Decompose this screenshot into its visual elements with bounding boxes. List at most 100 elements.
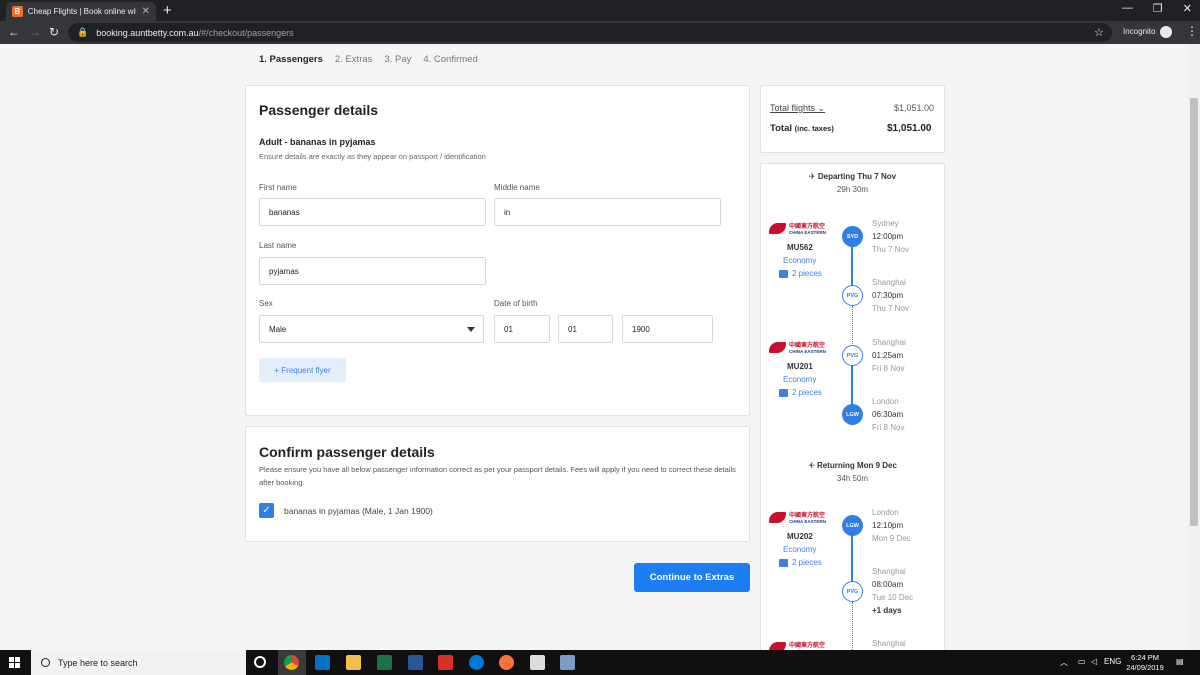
dob-month-input[interactable]: 01 [558,315,613,343]
dob-day-input[interactable]: 01 [494,315,550,343]
browser-tab-strip: B Cheap Flights | Book online with ✕ + —… [0,0,1200,21]
mail-icon[interactable] [438,655,453,670]
price-summary-card [760,85,945,153]
step-confirmed: 4. Confirmed [423,54,478,65]
file-explorer-icon[interactable] [346,655,361,670]
cabin-class: Economy [783,545,817,554]
cabin-class: Economy [783,256,817,265]
stop-date: Fri 8 Nov [872,423,905,432]
cabin-class: Economy [783,375,817,384]
excel-icon[interactable] [377,655,392,670]
stop-city: Shanghai [872,639,906,648]
tray-chevron-icon[interactable]: ︿ [1060,657,1068,668]
layover-line [852,602,853,650]
edge-icon[interactable] [469,655,484,670]
new-tab-icon[interactable]: + [163,2,172,19]
stop-time: 12:10pm [872,521,904,530]
windows-taskbar: Type here to search ︿ ▭ ◁ ENG 6:24 PM 24… [0,650,1200,675]
bookmark-star-icon[interactable]: ☆ [1094,26,1104,39]
airport-node: SYD [842,226,863,247]
volume-icon[interactable]: ◁ [1091,657,1097,666]
total-flights-value: $1,051.00 [894,103,935,113]
baggage-allowance: 2 pieces [779,269,822,278]
last-name-input[interactable]: pyjamas [259,257,486,285]
restore-icon[interactable]: ❐ [1153,2,1163,15]
site-favicon-icon: B [12,6,23,17]
stop-city: Shanghai [872,567,906,576]
total-suffix: (inc. taxes) [794,124,834,133]
browser-tab[interactable]: B Cheap Flights | Book online with ✕ [6,2,156,21]
confirm-text: Please ensure you have all below passeng… [259,465,736,487]
notifications-icon[interactable]: ▤ [1176,657,1184,666]
lock-icon: 🔒 [77,27,89,37]
stop-city: London [872,397,899,406]
baggage-text: 2 pieces [792,269,822,278]
frequent-flyer-button[interactable]: + Frequent flyer [259,358,346,382]
forward-icon[interactable]: → [29,25,41,39]
word-icon[interactable] [408,655,423,670]
chevron-down-icon [467,327,475,332]
flight-number: MU562 [787,243,813,252]
total-flights-toggle[interactable]: Total flights ⌄ [770,103,825,114]
minimize-icon[interactable]: — [1122,2,1133,15]
tab-close-icon[interactable]: ✕ [142,6,150,17]
incognito-icon[interactable] [1160,26,1172,38]
reload-icon[interactable]: ↻ [49,25,59,39]
sex-select[interactable]: Male [259,315,484,343]
stop-city: Shanghai [872,338,906,347]
plane-depart-icon: ✈ [808,172,816,181]
check-icon: ✓ [262,505,271,516]
middle-name-label: Middle name [494,183,540,192]
confirm-passenger-line: bananas in pyjamas (Male, 1 Jan 1900) [284,506,433,516]
layover-line [852,306,853,344]
step-extras: 2. Extras [334,54,373,65]
last-name-label: Last name [259,241,297,250]
first-name-input[interactable]: bananas [259,198,486,226]
chrome-icon[interactable] [284,655,299,670]
total-flights-label: Total flights [770,103,816,113]
scrollbar-thumb[interactable] [1190,98,1198,526]
clock-time: 6:24 PM [1131,653,1159,662]
clock-date: 24/09/2019 [1126,663,1164,672]
stop-time: 01:25am [872,351,904,360]
passenger-subtitle: Adult - bananas in pyjamas [259,137,376,147]
language-indicator[interactable]: ENG [1104,657,1121,666]
back-icon[interactable]: ← [8,25,20,39]
stop-city: Sydney [872,219,899,228]
firefox-icon[interactable] [499,655,514,670]
incognito-label: Incognito [1123,27,1156,36]
passport-note: Ensure details are exactly as they appea… [259,152,486,161]
dob-year-input[interactable]: 1900 [622,315,713,343]
windows-start-icon[interactable] [9,657,20,668]
stop-city: London [872,508,899,517]
browser-menu-icon[interactable]: ⋮ [1186,24,1198,38]
total-value: $1,051.00 [887,123,932,134]
china-eastern-logo: 中國東方航空 CHINA EASTERN [769,340,833,356]
stop-city: Shanghai [872,278,906,287]
continue-to-extras-button[interactable]: Continue to Extras [634,563,750,592]
departing-heading-text: Departing Thu 7 Nov [817,172,897,181]
airport-node: LGW [842,404,863,425]
confirm-checkbox[interactable]: ✓ [259,503,274,518]
tab-title: Cheap Flights | Book online with [27,7,136,16]
step-pay: 3. Pay [384,54,412,65]
task-view-icon[interactable] [254,656,266,668]
departing-heading: ✈ Departing Thu 7 Nov [761,172,944,181]
window-close-icon[interactable]: ✕ [1183,2,1192,15]
calculator-icon[interactable] [530,655,545,670]
china-eastern-logo: 中國東方航空 CHINA EASTERN [769,221,833,237]
airport-node: PVG [842,581,863,602]
luggage-icon [779,388,788,397]
passenger-details-title: Passenger details [259,102,379,118]
snipping-tool-icon[interactable] [560,655,575,670]
middle-name-input[interactable]: in [494,198,721,226]
luggage-icon [779,269,788,278]
address-bar[interactable]: 🔒 booking.auntbetty.com.au /#/checkout/p… [68,23,1112,42]
outlook-icon[interactable] [315,655,330,670]
taskbar-search[interactable]: Type here to search [31,650,246,675]
network-icon[interactable]: ▭ [1078,657,1086,666]
baggage-allowance: 2 pieces [779,558,822,567]
confirm-title: Confirm passenger details [259,444,435,460]
search-placeholder: Type here to search [58,657,138,668]
taskbar-clock[interactable]: 6:24 PM 24/09/2019 [1125,653,1165,673]
